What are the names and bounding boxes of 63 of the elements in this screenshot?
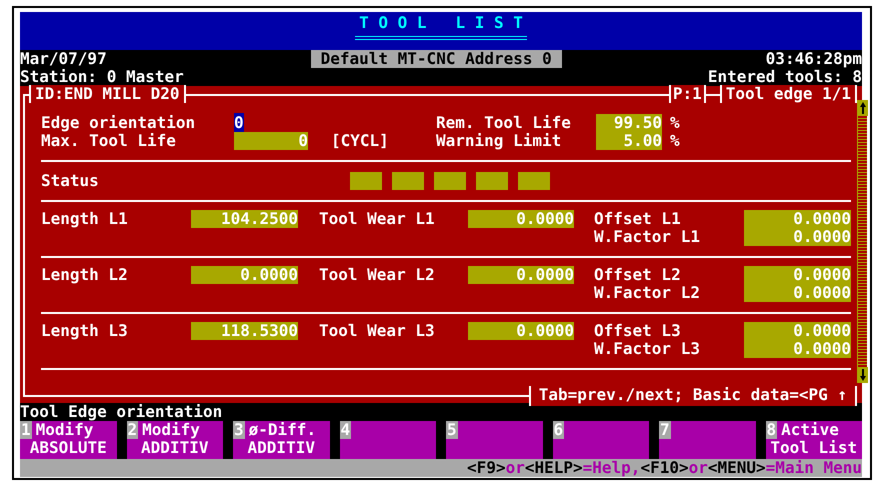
field-label: Max. Tool Life [41, 132, 177, 150]
value-field[interactable]: 0.0000 [744, 322, 851, 340]
value-field[interactable]: 0.0000 [744, 340, 851, 358]
value-field[interactable]: 5.00 [596, 132, 662, 150]
field-label: Tool Wear L2 [319, 266, 436, 286]
station-text: Station: 0 Master [20, 68, 184, 86]
value-field[interactable]: 118.5300 [191, 322, 298, 340]
address-text: Default MT-CNC Address 0 [310, 50, 562, 68]
field-label: Tool Wear L1 [319, 210, 436, 230]
field-label: Offset L3 [594, 322, 682, 340]
tool-id-title: ID:END MILL D20 [29, 85, 186, 103]
softkey-button[interactable]: 5 [446, 421, 542, 459]
page-indicator: P:1 [668, 85, 706, 103]
unit-label: % [670, 132, 680, 150]
status-field[interactable] [476, 172, 508, 190]
value-field[interactable]: 104.2500 [191, 210, 298, 228]
value-field[interactable]: 0.0000 [468, 210, 574, 228]
scroll-up-icon[interactable] [858, 100, 868, 116]
softkey-button[interactable]: 4 [340, 421, 436, 459]
edge-orientation-field[interactable]: 0 [234, 114, 308, 132]
value-field[interactable]: 0.0000 [744, 210, 851, 228]
status-field[interactable] [518, 172, 550, 190]
navigation-hint: Tab=prev./next; Basic data=<PG ↑ [528, 386, 857, 406]
value-field[interactable]: 0.0000 [191, 266, 298, 284]
value-field[interactable]: 0.0000 [744, 228, 851, 246]
unit-label: % [670, 114, 680, 132]
field-label: Warning Limit [436, 132, 562, 150]
field-label: Edge orientation [41, 114, 196, 132]
scrollbar[interactable] [857, 100, 867, 383]
status-field[interactable] [434, 172, 466, 190]
softkey-button[interactable]: 3 ø-Diff. ADDITIV [233, 421, 330, 459]
softkey-button[interactable]: 1 Modify ABSOLUTE [20, 421, 116, 459]
field-label: W.Factor L3 [594, 340, 701, 358]
time-text: 03:46:28pm [766, 50, 862, 68]
softkey-button[interactable]: 6 [552, 421, 649, 459]
field-label: Tool Wear L3 [319, 322, 436, 342]
unit-label: [CYCL] [331, 132, 390, 150]
field-label: Length L2 [41, 266, 129, 286]
date-text: Mar/07/97 [20, 50, 107, 68]
value-field[interactable]: 0.0000 [744, 266, 851, 284]
value-field[interactable]: 0.0000 [468, 322, 574, 340]
field-label: Offset L1 [594, 210, 682, 228]
status-field[interactable] [392, 172, 424, 190]
status-field[interactable] [350, 172, 382, 190]
field-label: W.Factor L1 [594, 228, 701, 246]
entered-tools-text: Entered tools: 8 [708, 68, 862, 86]
status-label: Status [41, 172, 100, 190]
value-field[interactable]: 0.0000 [468, 266, 574, 284]
softkey-button[interactable]: 2 Modify ADDITIV [126, 421, 223, 459]
softkey-button[interactable]: 8 Active Tool List [766, 421, 862, 459]
value-field[interactable]: 0.0000 [744, 284, 851, 302]
window-title: T O O L L I S T [355, 14, 527, 40]
field-label: Rem. Tool Life [436, 114, 572, 132]
field-label: Length L1 [41, 210, 129, 230]
field-label: W.Factor L2 [594, 284, 701, 302]
softkey-button[interactable]: 7 [659, 421, 756, 459]
tool-edge-indicator: Tool edge 1/1 [720, 85, 857, 103]
field-label: Length L3 [41, 322, 129, 342]
help-text: <F9>or<HELP>=Help,<F10>or<MENU>=Main Menu [467, 459, 862, 477]
field-label: Offset L2 [594, 266, 682, 284]
value-field[interactable]: 99.50 [596, 114, 662, 132]
value-field[interactable]: 0 [234, 132, 308, 150]
scroll-down-icon[interactable] [858, 367, 868, 383]
